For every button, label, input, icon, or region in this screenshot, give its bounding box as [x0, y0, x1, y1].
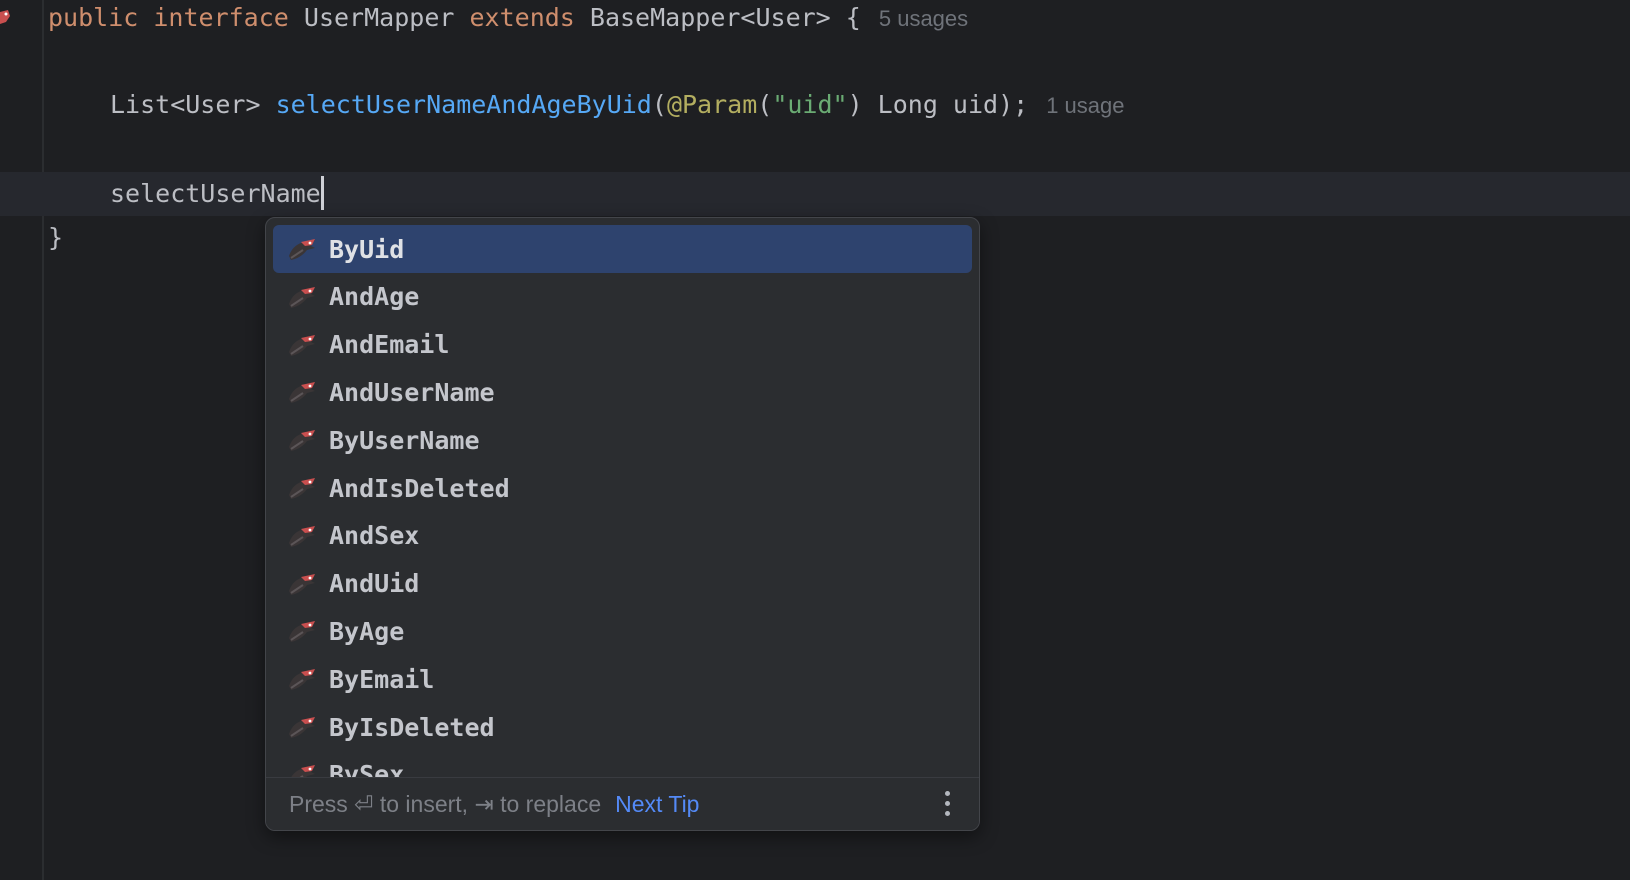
completion-item[interactable]: AndIsDeleted: [273, 464, 972, 512]
completion-hint-text: Press ⏎ to insert, ⇥ to replace: [289, 791, 602, 817]
completion-item[interactable]: AndUid: [273, 560, 972, 608]
method-params-rest: ) Long uid);: [847, 90, 1029, 119]
code-completion-popup[interactable]: ByUid AndAge AndEmail AndUserName ByUserName…: [265, 217, 980, 831]
code-line-interface-declaration[interactable]: public interface UserMapper extends Base…: [48, 0, 968, 40]
code-line-closing-brace[interactable]: }: [48, 216, 63, 260]
completion-item[interactable]: AndAge: [273, 273, 972, 321]
return-type: List<User>: [110, 90, 261, 119]
completion-item-label: ByAge: [329, 616, 405, 646]
completion-item-label: AndUserName: [329, 377, 495, 407]
mybatis-bird-icon: [287, 618, 317, 644]
completion-item-label: AndSex: [329, 521, 420, 551]
gutter-divider: [42, 0, 44, 880]
completion-item[interactable]: ByIsDeleted: [273, 703, 972, 751]
mybatis-bird-icon: [287, 475, 317, 501]
mybatis-bird-icon: [287, 332, 317, 358]
completion-item[interactable]: AndUserName: [273, 368, 972, 416]
completion-item[interactable]: ByEmail: [273, 655, 972, 703]
completion-item[interactable]: ByUid: [273, 225, 972, 273]
completion-item[interactable]: AndEmail: [273, 321, 972, 369]
code-line-method-declaration[interactable]: List<User> selectUserNameAndAgeByUid(@Pa…: [110, 83, 1125, 127]
param-annotation: @Param: [666, 90, 758, 119]
completion-item-label: AndAge: [329, 282, 420, 312]
typed-text: selectUserName: [110, 179, 321, 208]
method-name: selectUserNameAndAgeByUid: [275, 90, 652, 119]
next-tip-link[interactable]: Next Tip: [615, 791, 699, 818]
interface-name: UserMapper: [303, 3, 455, 32]
completion-item-label: AndEmail: [329, 330, 450, 360]
mybatis-bird-icon: [287, 762, 317, 777]
completion-item[interactable]: ByUserName: [273, 416, 972, 464]
open-paren: (: [651, 90, 667, 119]
keyword-extends: extends: [469, 3, 575, 32]
mybatis-gutter-icon[interactable]: [0, 8, 10, 30]
close-brace: }: [48, 223, 64, 252]
base-type: BaseMapper<User>: [589, 3, 831, 32]
open-brace: {: [845, 3, 861, 32]
mybatis-bird-icon: [287, 523, 317, 549]
usages-hint[interactable]: 5 usages: [879, 6, 968, 31]
text-caret: [320, 176, 324, 210]
completion-list[interactable]: ByUid AndAge AndEmail AndUserName ByUserName…: [266, 218, 979, 777]
mybatis-bird-icon: [287, 284, 317, 310]
completion-item-label: BySex: [329, 760, 405, 777]
mybatis-bird-icon: [287, 571, 317, 597]
mybatis-bird-icon: [287, 379, 317, 405]
keyword-public: public: [48, 3, 139, 32]
code-line-current[interactable]: selectUserName: [110, 172, 324, 216]
more-options-icon[interactable]: [945, 791, 951, 819]
code-editor[interactable]: public interface UserMapper extends Base…: [0, 0, 1630, 880]
mybatis-bird-icon: [287, 427, 317, 453]
completion-item-label: ByUid: [329, 234, 405, 264]
keyword-interface: interface: [153, 3, 289, 32]
string-literal: "uid": [772, 90, 848, 119]
mybatis-bird-icon: [287, 236, 317, 262]
completion-item-label: ByIsDeleted: [329, 712, 495, 742]
usages-hint[interactable]: 1 usage: [1046, 93, 1124, 118]
annotation-paren: (: [757, 90, 773, 119]
mybatis-bird-icon: [287, 666, 317, 692]
completion-footer: Press ⏎ to insert, ⇥ to replace Next Tip: [266, 777, 979, 830]
completion-item-label: AndIsDeleted: [329, 473, 510, 503]
completion-item-label: AndUid: [329, 569, 420, 599]
completion-item[interactable]: AndSex: [273, 512, 972, 560]
completion-item-label: ByUserName: [329, 425, 480, 455]
mybatis-bird-icon: [287, 714, 317, 740]
completion-item[interactable]: BySex: [273, 751, 972, 777]
completion-item[interactable]: ByAge: [273, 607, 972, 655]
completion-item-label: ByEmail: [329, 664, 435, 694]
